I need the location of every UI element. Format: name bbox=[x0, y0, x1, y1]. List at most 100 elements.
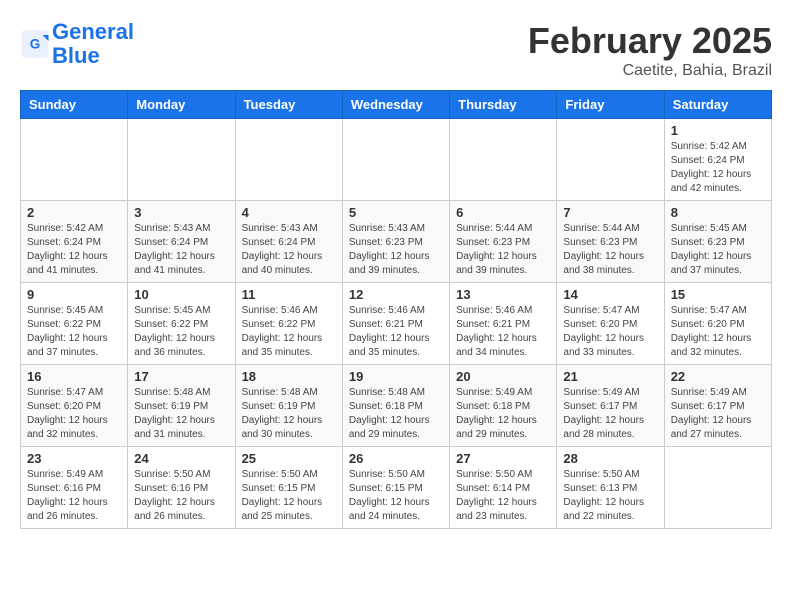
calendar-cell: 18Sunrise: 5:48 AM Sunset: 6:19 PM Dayli… bbox=[235, 365, 342, 447]
day-info: Sunrise: 5:46 AM Sunset: 6:21 PM Dayligh… bbox=[349, 304, 443, 360]
day-number: 2 bbox=[27, 205, 121, 220]
weekday-header-row: SundayMondayTuesdayWednesdayThursdayFrid… bbox=[21, 91, 772, 119]
calendar-cell: 23 Sunrise: 5:49 AM Sunset: 6:16 PM Dayli… bbox=[21, 447, 128, 529]
weekday-header-saturday: Saturday bbox=[664, 91, 771, 119]
day-number: 24 bbox=[134, 451, 228, 466]
day-number: 22 bbox=[671, 369, 765, 384]
day-number: 6 bbox=[456, 205, 550, 220]
day-number: 25 bbox=[242, 451, 336, 466]
calendar-cell: 17 Sunrise: 5:48 AM Sunset: 6:19 PM Dayli… bbox=[128, 365, 235, 447]
calendar-cell: 9Sunrise: 5:45 AM Sunset: 6:22 PM Daylig… bbox=[21, 283, 128, 365]
calendar-cell: 3Sunrise: 5:43 AM Sunset: 6:24 PM Daylig… bbox=[128, 201, 235, 283]
weekday-header-friday: Friday bbox=[557, 91, 664, 119]
weekday-header-monday: Monday bbox=[128, 91, 235, 119]
title-block: February 2025 Caetite, Bahia, Brazil bbox=[528, 20, 772, 80]
day-info: Sunrise: 5:49 AM Sunset: 6:18 PM Dayligh… bbox=[456, 386, 550, 442]
calendar-cell: 2Sunrise: 5:42 AM Sunset: 6:24 PM Daylig… bbox=[21, 201, 128, 283]
day-number: 21 bbox=[563, 369, 657, 384]
calendar-cell: 22 Sunrise: 5:49 AM Sunset: 6:17 PM Dayli… bbox=[664, 365, 771, 447]
day-info: Sunrise: 5:43 AM Sunset: 6:23 PM Dayligh… bbox=[349, 222, 443, 278]
week-row-5: 23 Sunrise: 5:49 AM Sunset: 6:16 PM Dayli… bbox=[21, 447, 772, 529]
week-row-3: 9Sunrise: 5:45 AM Sunset: 6:22 PM Daylig… bbox=[21, 283, 772, 365]
calendar-cell: 28 Sunrise: 5:50 AM Sunset: 6:13 PM Dayli… bbox=[557, 447, 664, 529]
calendar-cell: 12Sunrise: 5:46 AM Sunset: 6:21 PM Dayli… bbox=[342, 283, 449, 365]
day-info: Sunrise: 5:45 AM Sunset: 6:22 PM Dayligh… bbox=[27, 304, 121, 360]
calendar-cell bbox=[342, 119, 449, 201]
day-info: Sunrise: 5:50 AM Sunset: 6:14 PM Dayligh… bbox=[456, 468, 550, 524]
day-number: 16 bbox=[27, 369, 121, 384]
calendar-cell: 4Sunrise: 5:43 AM Sunset: 6:24 PM Daylig… bbox=[235, 201, 342, 283]
day-info: Sunrise: 5:48 AM Sunset: 6:18 PM Dayligh… bbox=[349, 386, 443, 442]
weekday-header-thursday: Thursday bbox=[450, 91, 557, 119]
day-number: 26 bbox=[349, 451, 443, 466]
day-number: 27 bbox=[456, 451, 550, 466]
day-number: 28 bbox=[563, 451, 657, 466]
calendar-cell: 20 Sunrise: 5:49 AM Sunset: 6:18 PM Dayli… bbox=[450, 365, 557, 447]
calendar: SundayMondayTuesdayWednesdayThursdayFrid… bbox=[20, 90, 772, 529]
day-info: Sunrise: 5:47 AM Sunset: 6:20 PM Dayligh… bbox=[27, 386, 121, 442]
day-number: 8 bbox=[671, 205, 765, 220]
day-number: 10 bbox=[134, 287, 228, 302]
calendar-cell: 27 Sunrise: 5:50 AM Sunset: 6:14 PM Dayli… bbox=[450, 447, 557, 529]
logo-text: General Blue bbox=[52, 20, 134, 68]
calendar-cell bbox=[664, 447, 771, 529]
calendar-cell: 14 Sunrise: 5:47 AM Sunset: 6:20 PM Dayli… bbox=[557, 283, 664, 365]
weekday-header-tuesday: Tuesday bbox=[235, 91, 342, 119]
day-info: Sunrise: 5:49 AM Sunset: 6:16 PM Dayligh… bbox=[27, 468, 121, 524]
day-number: 3 bbox=[134, 205, 228, 220]
month-title: February 2025 bbox=[528, 20, 772, 62]
day-number: 20 bbox=[456, 369, 550, 384]
day-info: Sunrise: 5:47 AM Sunset: 6:20 PM Dayligh… bbox=[563, 304, 657, 360]
calendar-cell bbox=[557, 119, 664, 201]
calendar-cell: 26Sunrise: 5:50 AM Sunset: 6:15 PM Dayli… bbox=[342, 447, 449, 529]
day-info: Sunrise: 5:48 AM Sunset: 6:19 PM Dayligh… bbox=[134, 386, 228, 442]
calendar-cell: 5Sunrise: 5:43 AM Sunset: 6:23 PM Daylig… bbox=[342, 201, 449, 283]
calendar-cell: 6Sunrise: 5:44 AM Sunset: 6:23 PM Daylig… bbox=[450, 201, 557, 283]
day-number: 11 bbox=[242, 287, 336, 302]
svg-text:G: G bbox=[30, 37, 41, 52]
logo: G General Blue bbox=[20, 20, 134, 68]
calendar-cell bbox=[21, 119, 128, 201]
day-info: Sunrise: 5:48 AM Sunset: 6:19 PM Dayligh… bbox=[242, 386, 336, 442]
page-header: G General Blue February 2025 Caetite, Ba… bbox=[20, 20, 772, 80]
day-info: Sunrise: 5:49 AM Sunset: 6:17 PM Dayligh… bbox=[671, 386, 765, 442]
calendar-cell bbox=[235, 119, 342, 201]
day-info: Sunrise: 5:50 AM Sunset: 6:16 PM Dayligh… bbox=[134, 468, 228, 524]
calendar-cell: 8 Sunrise: 5:45 AM Sunset: 6:23 PM Daylig… bbox=[664, 201, 771, 283]
day-info: Sunrise: 5:42 AM Sunset: 6:24 PM Dayligh… bbox=[671, 140, 765, 196]
logo-line1: General bbox=[52, 19, 134, 44]
day-info: Sunrise: 5:46 AM Sunset: 6:22 PM Dayligh… bbox=[242, 304, 336, 360]
calendar-cell: 21 Sunrise: 5:49 AM Sunset: 6:17 PM Dayli… bbox=[557, 365, 664, 447]
day-info: Sunrise: 5:43 AM Sunset: 6:24 PM Dayligh… bbox=[242, 222, 336, 278]
day-number: 1 bbox=[671, 123, 765, 138]
calendar-cell: 15 Sunrise: 5:47 AM Sunset: 6:20 PM Dayli… bbox=[664, 283, 771, 365]
day-number: 7 bbox=[563, 205, 657, 220]
week-row-4: 16 Sunrise: 5:47 AM Sunset: 6:20 PM Dayli… bbox=[21, 365, 772, 447]
calendar-cell: 11 Sunrise: 5:46 AM Sunset: 6:22 PM Dayli… bbox=[235, 283, 342, 365]
day-info: Sunrise: 5:50 AM Sunset: 6:13 PM Dayligh… bbox=[563, 468, 657, 524]
day-info: Sunrise: 5:45 AM Sunset: 6:23 PM Dayligh… bbox=[671, 222, 765, 278]
calendar-cell: 7 Sunrise: 5:44 AM Sunset: 6:23 PM Daylig… bbox=[557, 201, 664, 283]
day-info: Sunrise: 5:47 AM Sunset: 6:20 PM Dayligh… bbox=[671, 304, 765, 360]
weekday-header-sunday: Sunday bbox=[21, 91, 128, 119]
calendar-cell: 13 Sunrise: 5:46 AM Sunset: 6:21 PM Dayli… bbox=[450, 283, 557, 365]
calendar-cell: 24 Sunrise: 5:50 AM Sunset: 6:16 PM Dayli… bbox=[128, 447, 235, 529]
day-info: Sunrise: 5:44 AM Sunset: 6:23 PM Dayligh… bbox=[563, 222, 657, 278]
day-number: 23 bbox=[27, 451, 121, 466]
day-number: 14 bbox=[563, 287, 657, 302]
day-info: Sunrise: 5:45 AM Sunset: 6:22 PM Dayligh… bbox=[134, 304, 228, 360]
day-number: 13 bbox=[456, 287, 550, 302]
day-number: 19 bbox=[349, 369, 443, 384]
day-info: Sunrise: 5:49 AM Sunset: 6:17 PM Dayligh… bbox=[563, 386, 657, 442]
calendar-cell: 16 Sunrise: 5:47 AM Sunset: 6:20 PM Dayli… bbox=[21, 365, 128, 447]
logo-icon: G bbox=[20, 29, 50, 59]
day-number: 15 bbox=[671, 287, 765, 302]
calendar-cell: 1 Sunrise: 5:42 AM Sunset: 6:24 PM Daylig… bbox=[664, 119, 771, 201]
day-info: Sunrise: 5:46 AM Sunset: 6:21 PM Dayligh… bbox=[456, 304, 550, 360]
week-row-2: 2Sunrise: 5:42 AM Sunset: 6:24 PM Daylig… bbox=[21, 201, 772, 283]
calendar-cell: 10 Sunrise: 5:45 AM Sunset: 6:22 PM Dayli… bbox=[128, 283, 235, 365]
calendar-cell: 25Sunrise: 5:50 AM Sunset: 6:15 PM Dayli… bbox=[235, 447, 342, 529]
weekday-header-wednesday: Wednesday bbox=[342, 91, 449, 119]
calendar-cell bbox=[128, 119, 235, 201]
day-number: 17 bbox=[134, 369, 228, 384]
